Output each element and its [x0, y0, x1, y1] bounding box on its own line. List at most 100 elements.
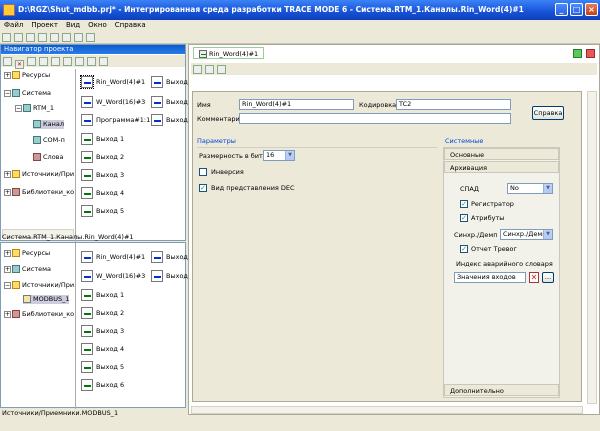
- list-item[interactable]: Выход: [151, 114, 188, 126]
- build-icon[interactable]: [86, 33, 95, 42]
- redo-icon[interactable]: [39, 57, 48, 66]
- tree-item-dictionaries[interactable]: Слова: [33, 153, 63, 162]
- inversion-checkbox[interactable]: [199, 168, 207, 176]
- spin-icon[interactable]: ▼: [285, 151, 294, 160]
- run-icon[interactable]: [50, 33, 59, 42]
- tab-archive[interactable]: Архивация: [444, 161, 559, 173]
- list-item[interactable]: Программа#1:1: [81, 114, 150, 126]
- new-icon[interactable]: [2, 33, 11, 42]
- list-item[interactable]: Выход 2: [81, 151, 124, 163]
- expand-icon[interactable]: +: [4, 71, 11, 79]
- expand-icon[interactable]: +: [4, 188, 11, 196]
- list-item[interactable]: Выход: [151, 251, 188, 263]
- dec-checkbox[interactable]: ✓: [199, 184, 207, 192]
- tree-item-resources[interactable]: + Ресурсы: [4, 71, 50, 80]
- tab-rin-word[interactable]: Rin_Word(4)#1: [193, 47, 265, 59]
- menu-help[interactable]: Справка: [111, 20, 150, 31]
- debug-icon[interactable]: [62, 33, 71, 42]
- more-icon[interactable]: [99, 57, 108, 66]
- splitter[interactable]: [75, 69, 76, 242]
- back-icon[interactable]: [193, 65, 202, 74]
- comment-input[interactable]: [239, 113, 511, 124]
- menu-view[interactable]: Вид: [62, 20, 84, 31]
- menu-file[interactable]: Файл: [0, 20, 27, 31]
- forward-icon[interactable]: [205, 65, 214, 74]
- minimize-button[interactable]: _: [555, 3, 568, 16]
- list-item[interactable]: Выход 2: [81, 307, 124, 319]
- tree-item-sources[interactable]: + Источники/При: [4, 170, 74, 179]
- browse-button[interactable]: …: [542, 272, 554, 283]
- menu-window[interactable]: Окно: [84, 20, 111, 31]
- paste-icon[interactable]: [63, 57, 72, 66]
- menu-project[interactable]: Проект: [27, 20, 62, 31]
- dict-input[interactable]: Значения входов: [454, 272, 526, 283]
- tree-item-modbus[interactable]: MODBUS_1: [23, 295, 70, 304]
- collapse-icon[interactable]: −: [15, 104, 22, 112]
- help-button[interactable]: Справка: [532, 106, 564, 120]
- grid-icon[interactable]: [87, 57, 96, 66]
- list-item[interactable]: Выход 1: [81, 289, 124, 301]
- apply-icon[interactable]: [573, 49, 582, 58]
- expand-icon[interactable]: +: [4, 265, 11, 273]
- collapse-icon[interactable]: −: [4, 89, 11, 97]
- channel-icon: [80, 75, 94, 89]
- list-item[interactable]: Выход 5: [81, 205, 124, 217]
- alarm-checkbox[interactable]: ✓: [460, 245, 468, 253]
- refresh-icon[interactable]: [217, 65, 226, 74]
- list-item[interactable]: Rin_Word(4)#1: [81, 251, 145, 263]
- list-item[interactable]: W_Word(16)#3: [81, 96, 145, 108]
- expand-icon[interactable]: +: [4, 310, 11, 318]
- view-icon[interactable]: [75, 57, 84, 66]
- delete-icon[interactable]: ✕: [15, 60, 24, 69]
- bitsize-spinner[interactable]: 16 ▼: [263, 150, 295, 161]
- list-item[interactable]: Выход 3: [81, 169, 124, 181]
- close-button[interactable]: ×: [585, 3, 598, 16]
- expand-icon[interactable]: +: [4, 249, 11, 257]
- tree-item-channels[interactable]: Канал: [33, 120, 64, 129]
- splitter[interactable]: [75, 243, 76, 409]
- tree-item-system[interactable]: − Система: [4, 89, 51, 98]
- download-icon[interactable]: [38, 33, 47, 42]
- chevron-down-icon[interactable]: ▼: [543, 184, 552, 193]
- list-item[interactable]: Выход 1: [81, 133, 124, 145]
- list-item[interactable]: Выход: [151, 76, 188, 88]
- add-icon[interactable]: [3, 57, 12, 66]
- sync-dropdown[interactable]: Синхр./Демп ▼: [500, 229, 553, 240]
- attrs-checkbox[interactable]: ✓: [460, 214, 468, 222]
- list-item[interactable]: Выход 4: [81, 187, 124, 199]
- collapse-icon[interactable]: −: [4, 281, 11, 289]
- tree-item-sources[interactable]: − Источники/При: [4, 281, 74, 290]
- list-item[interactable]: Выход 5: [81, 361, 124, 373]
- spad-dropdown[interactable]: No ▼: [507, 183, 553, 194]
- chevron-down-icon[interactable]: ▼: [543, 230, 552, 239]
- tree-item-libraries[interactable]: + Библиотеки_ко: [4, 188, 74, 197]
- tree-item-rtm[interactable]: − RTM_1: [15, 104, 54, 113]
- name-input[interactable]: Rin_Word(4)#1: [239, 99, 354, 110]
- registrator-checkbox[interactable]: ✓: [460, 200, 468, 208]
- clear-icon[interactable]: ✕: [529, 272, 539, 283]
- encoding-input[interactable]: TC2: [396, 99, 511, 110]
- undo-icon[interactable]: [27, 57, 36, 66]
- list-item[interactable]: Выход: [151, 96, 188, 108]
- open-icon[interactable]: [14, 33, 23, 42]
- tree-item-com[interactable]: COM-п: [33, 136, 65, 145]
- vertical-scrollbar[interactable]: [587, 91, 597, 404]
- horizontal-scrollbar[interactable]: [191, 406, 583, 414]
- extra-button[interactable]: Дополнительно: [444, 384, 559, 396]
- tree-item-system[interactable]: + Система: [4, 265, 51, 274]
- list-item[interactable]: Выход 4: [81, 343, 124, 355]
- copy-icon[interactable]: [51, 57, 60, 66]
- tree-item-libraries[interactable]: + Библиотеки_ко: [4, 310, 74, 319]
- list-item[interactable]: Выход 6: [81, 379, 124, 391]
- tab-basic[interactable]: Основные: [444, 148, 559, 160]
- close-editor-icon[interactable]: [586, 49, 595, 58]
- list-item[interactable]: Выход: [151, 270, 188, 282]
- list-item[interactable]: W_Word(16)#3: [81, 270, 145, 282]
- bug-icon[interactable]: [74, 33, 83, 42]
- tree-item-resources[interactable]: + Ресурсы: [4, 249, 50, 258]
- expand-icon[interactable]: +: [4, 170, 11, 178]
- list-item[interactable]: Выход 3: [81, 325, 124, 337]
- list-item[interactable]: Rin_Word(4)#1: [80, 75, 145, 89]
- maximize-button[interactable]: □: [570, 3, 583, 16]
- save-icon[interactable]: [26, 33, 35, 42]
